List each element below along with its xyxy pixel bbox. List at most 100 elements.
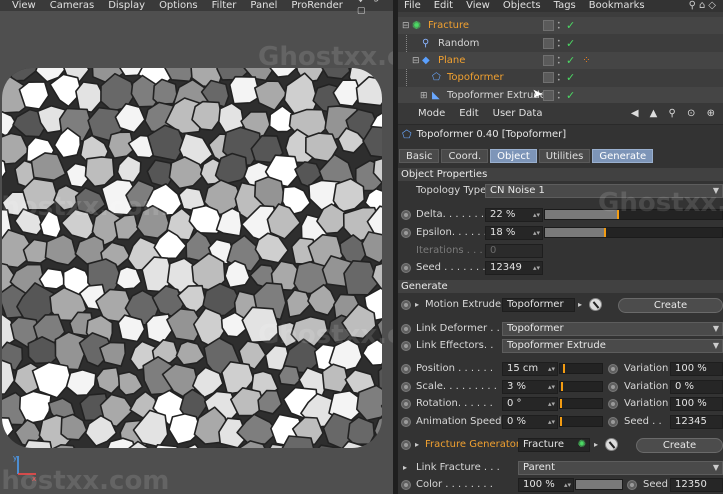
tab-basic[interactable]: Basic	[399, 149, 440, 163]
pick-object-icon[interactable]	[605, 438, 618, 451]
animate-radio[interactable]	[627, 480, 637, 490]
animate-radio[interactable]	[401, 263, 411, 273]
3d-viewport[interactable]: View Cameras Display Options Filter Pane…	[0, 0, 393, 494]
menu-edit[interactable]: Edit	[459, 108, 478, 119]
motion-extrude-label: Motion Extrude	[425, 299, 502, 310]
navigation-icons[interactable]: ◀ ▲ ⚲ ⊙ ⊕	[631, 108, 719, 119]
rotation-input[interactable]: 0 ° ▴▾	[502, 397, 558, 411]
link-deformer-field[interactable]: Topoformer ▼	[502, 322, 723, 336]
collapse-icon[interactable]: ⊟	[402, 21, 410, 31]
menu-view[interactable]: View	[466, 0, 490, 12]
position-input[interactable]: 15 cm ▴▾	[502, 362, 558, 376]
link-effectors-field[interactable]: Topoformer Extrude ▼	[502, 339, 723, 353]
chevron-right-icon: ▸	[415, 440, 420, 449]
collapse-icon[interactable]: ⊟	[412, 56, 420, 66]
tab-utilities[interactable]: Utilities	[538, 149, 591, 163]
scale-slider[interactable]	[559, 381, 603, 392]
delta-input[interactable]: 22 % ▴▾	[485, 208, 543, 222]
animation-speed-input[interactable]: 0 % ▴▾	[502, 415, 558, 429]
animate-radio[interactable]	[401, 341, 411, 351]
tab-object[interactable]: Object	[490, 149, 537, 163]
object-row-random[interactable]: ⚲ Random • • ✓	[398, 35, 723, 52]
animate-radio[interactable]	[401, 417, 411, 427]
menu-objects[interactable]: Objects	[503, 0, 541, 12]
animate-radio[interactable]	[401, 382, 411, 392]
tab-coord[interactable]: Coord.	[441, 149, 489, 163]
animate-radio[interactable]	[608, 364, 618, 374]
color-seed-input[interactable]: 12350	[670, 478, 723, 492]
section-object-properties[interactable]: Object Properties	[398, 168, 723, 181]
animate-radio[interactable]	[401, 440, 411, 450]
menu-prorender[interactable]: ProRender	[291, 0, 342, 11]
menu-mode[interactable]: Mode	[418, 108, 445, 119]
create-fracture-button[interactable]: Create	[636, 438, 723, 453]
menu-bookmarks[interactable]: Bookmarks	[589, 0, 645, 12]
menu-display[interactable]: Display	[108, 0, 145, 11]
animate-radio[interactable]	[608, 417, 618, 427]
object-flags[interactable]: • • ✓	[543, 89, 575, 102]
tab-generate[interactable]: Generate	[592, 149, 654, 163]
color-input[interactable]: 100 % ▴▾	[518, 478, 574, 492]
menu-view[interactable]: View	[12, 0, 36, 11]
animate-radio[interactable]	[401, 399, 411, 409]
fractured-plane-render	[2, 68, 382, 448]
rotation-slider[interactable]	[559, 398, 603, 409]
position-variation-input[interactable]: 100 %	[670, 362, 723, 376]
fracture-generator-link-field[interactable]: Fracture ✺	[518, 438, 590, 452]
animate-radio[interactable]	[401, 300, 411, 310]
topology-type-row: Topology Type CN Noise 1 ▼	[398, 183, 723, 200]
animate-radio[interactable]	[401, 480, 411, 490]
position-slider-handle[interactable]	[563, 364, 565, 373]
rotation-variation-input[interactable]: 100 %	[670, 397, 723, 411]
animate-radio[interactable]	[401, 228, 411, 238]
object-flags[interactable]: • • ✓ ⁘	[543, 54, 591, 67]
search-icon[interactable]: ⚲⌂◇	[689, 0, 719, 12]
animate-radio[interactable]	[401, 364, 411, 374]
menu-filter[interactable]: Filter	[212, 0, 237, 11]
object-flags[interactable]: • • ✓	[543, 19, 575, 32]
delta-slider-handle[interactable]	[617, 210, 619, 219]
epsilon-slider[interactable]	[544, 227, 723, 238]
object-flags[interactable]: • • ✓	[543, 37, 575, 50]
animate-radio[interactable]	[608, 382, 618, 392]
link-fracture-dropdown[interactable]: Parent ▼	[518, 461, 723, 475]
epsilon-slider-handle[interactable]	[604, 228, 606, 237]
motion-extrude-link-field[interactable]: Topoformer	[502, 298, 575, 312]
color-slider[interactable]	[575, 479, 623, 490]
chevron-right-icon: ▸	[403, 463, 408, 472]
menu-cameras[interactable]: Cameras	[50, 0, 94, 11]
menu-panel[interactable]: Panel	[250, 0, 277, 11]
menu-edit[interactable]: Edit	[434, 0, 453, 12]
expand-icon[interactable]: ⊞	[420, 91, 428, 101]
animation-seed-input[interactable]: 12345	[670, 415, 723, 429]
topology-type-dropdown[interactable]: CN Noise 1 ▼	[485, 184, 723, 198]
section-generate[interactable]: Generate	[398, 280, 723, 293]
object-flags[interactable]: • • ✓	[543, 71, 575, 84]
epsilon-input[interactable]: 18 % ▴▾	[485, 226, 543, 240]
object-row-topoformer-extrude[interactable]: ⊞ ◣ Topoformer Extrude • • ✓ ➤	[398, 87, 723, 104]
rotation-slider-handle[interactable]	[560, 399, 562, 408]
animate-radio[interactable]	[401, 210, 411, 220]
scale-input[interactable]: 3 % ▴▾	[502, 380, 558, 394]
object-row-topoformer[interactable]: ⬠ Topoformer • • ✓	[398, 69, 723, 86]
menu-tags[interactable]: Tags	[554, 0, 576, 12]
menu-options[interactable]: Options	[159, 0, 198, 11]
pick-object-icon[interactable]	[589, 298, 602, 311]
position-slider[interactable]	[559, 363, 603, 374]
animation-speed-slider[interactable]	[559, 416, 603, 427]
scale-variation-input[interactable]: 0 %	[670, 380, 723, 394]
animate-radio[interactable]	[608, 399, 618, 409]
viewport-nav-icons[interactable]: ✥ ⟲ ▢	[357, 0, 387, 17]
scale-slider-handle[interactable]	[561, 382, 563, 391]
object-row-fracture[interactable]: ⊟ ✺ Fracture • • ✓	[398, 17, 723, 34]
seed-input[interactable]: 12349 ▴▾	[485, 261, 543, 275]
create-motion-extrude-button[interactable]: Create	[618, 298, 723, 313]
delta-slider[interactable]	[544, 209, 723, 220]
fracture-cell	[115, 266, 142, 290]
menu-user-data[interactable]: User Data	[493, 108, 543, 119]
object-row-plane[interactable]: ⊟ ◆ Plane • • ✓ ⁘	[398, 52, 723, 69]
menu-file[interactable]: File	[404, 0, 421, 12]
animation-speed-slider-handle[interactable]	[560, 417, 562, 426]
chevron-down-icon: ▼	[712, 463, 719, 472]
animate-radio[interactable]	[401, 324, 411, 334]
